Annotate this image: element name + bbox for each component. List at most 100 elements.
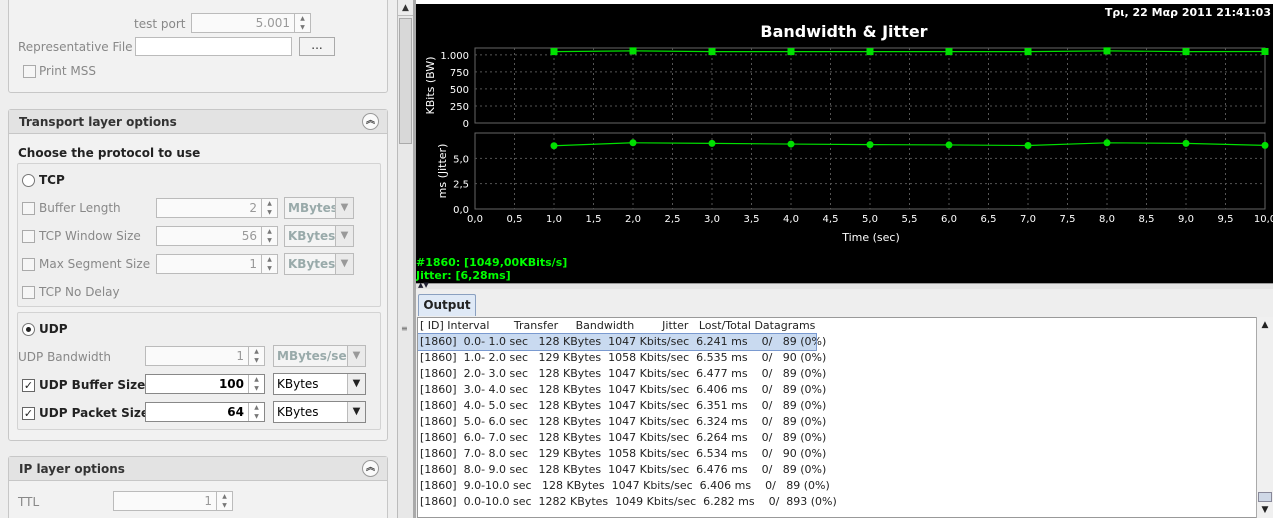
buffer-length-spinner[interactable]: 2 ▲ ▼ [156,198,278,218]
scroll-thumb[interactable] [399,18,412,144]
data-point [708,139,716,147]
y-axis-label: ms (Jitter) [436,144,449,199]
spinner-arrows-icon[interactable]: ▲ ▼ [294,14,310,32]
ttl-spinner[interactable]: 1 ▲ ▼ [113,491,233,511]
dropdown-arrow-icon[interactable]: ▼ [335,198,353,218]
log-row[interactable]: [1860] 2.0- 3.0 sec 128 KBytes 1047 Kbit… [418,366,1256,382]
data-point [787,140,795,148]
y-tick-label: 5,0 [453,154,469,165]
udp-buffer-spinner[interactable]: 100 ▲ ▼ [145,374,265,394]
x-tick-label: 0,0 [467,214,483,225]
jitter-status: Jitter: [6,28ms] [416,269,511,282]
dropdown-arrow-icon[interactable]: ▼ [347,346,365,366]
representative-file-input[interactable] [135,37,292,56]
udp-bandwidth-spinner[interactable]: 1 ▲ ▼ [145,346,265,366]
browse-file-button[interactable]: ... [299,37,335,56]
test-port-label: test port [134,17,186,31]
ip-layer-header[interactable]: IP layer options ︽ [9,457,387,481]
x-tick-label: 5,5 [902,214,918,225]
tcp-window-spinner[interactable]: 56 ▲ ▼ [156,226,278,246]
x-tick-label: 7,0 [1020,214,1036,225]
log-row[interactable]: [1860] 3.0- 4.0 sec 128 KBytes 1047 Kbit… [418,382,1256,398]
tcp-label: TCP [39,173,65,187]
max-segment-checkbox[interactable] [22,258,35,271]
log-row[interactable]: [1860] 0.0-10.0 sec 1282 KBytes 1049 Kbi… [418,494,1256,510]
udp-buffer-label: UDP Buffer Size [39,378,146,392]
tcp-window-checkbox[interactable] [22,230,35,243]
scroll-up-icon[interactable]: ▲ [1257,317,1273,333]
udp-group: UDP UDP Bandwidth 1 ▲ ▼ MBytes/sec ▼ ✓ UDP … [17,312,381,430]
log-row[interactable]: [1860] 5.0- 6.0 sec 128 KBytes 1047 Kbit… [418,414,1256,430]
representative-file-label: Representative File [18,40,133,54]
scroll-thumb[interactable] [1258,492,1272,502]
x-tick-label: 9,0 [1178,214,1194,225]
data-point [945,141,953,149]
log-row[interactable]: [1860] 6.0- 7.0 sec 128 KBytes 1047 Kbit… [418,430,1256,446]
spinner-arrows-icon[interactable]: ▲ ▼ [248,375,264,393]
scroll-up-icon[interactable]: ▲ [398,0,413,16]
max-segment-unit-select[interactable]: KBytes ▼ [284,253,354,275]
spinner-arrows-icon[interactable]: ▲ ▼ [261,255,277,273]
left-scrollbar[interactable]: ▲ ≡ [397,0,413,518]
y-tick-label: 500 [450,85,469,96]
log-row[interactable]: [1860] 8.0- 9.0 sec 128 KBytes 1047 Kbit… [418,462,1256,478]
spinner-arrows-icon[interactable]: ▲ ▼ [248,347,264,365]
output-log[interactable]: [ ID] Interval Transfer Bandwidth Jitter… [417,317,1257,518]
data-point [629,139,637,147]
x-tick-label: 0,5 [507,214,523,225]
spinner-arrows-icon[interactable]: ▲ ▼ [261,199,277,217]
data-point [1024,48,1032,56]
spinner-arrows-icon[interactable]: ▲ ▼ [248,403,264,421]
tab-output[interactable]: Output [418,294,476,316]
data-point [1261,141,1269,149]
udp-radio[interactable] [22,323,35,336]
max-segment-spinner[interactable]: 1 ▲ ▼ [156,254,278,274]
y-tick-label: 750 [450,68,469,79]
log-row[interactable]: [1860] 7.0- 8.0 sec 129 KBytes 1058 Kbit… [418,446,1256,462]
tcp-no-delay-checkbox[interactable] [22,286,35,299]
data-point [629,47,637,55]
scroll-down-icon[interactable]: ▼ [1257,502,1273,518]
settings-panel: test port 5.001 ▲ ▼ Representative File ..… [0,0,397,518]
collapse-chevron-icon[interactable]: ︽ [362,113,379,130]
test-port-spinner[interactable]: 5.001 ▲ ▼ [191,13,311,33]
udp-packet-spinner[interactable]: 64 ▲ ▼ [145,402,265,422]
collapse-arrows-icon[interactable]: ▲▼ [418,281,429,289]
log-row[interactable]: [1860] 9.0-10.0 sec 128 KBytes 1047 Kbit… [418,478,1256,494]
transport-layer-header[interactable]: Transport layer options ︽ [9,110,387,134]
spinner-arrows-icon[interactable]: ▲ ▼ [261,227,277,245]
udp-label: UDP [39,322,68,336]
log-row[interactable]: [1860] 4.0- 5.0 sec 128 KBytes 1047 Kbit… [418,398,1256,414]
dropdown-arrow-icon[interactable]: ▼ [347,402,365,422]
buffer-length-unit-select[interactable]: MBytes ▼ [284,197,354,219]
x-tick-label: 2,5 [665,214,681,225]
y-axis-label: KBits (BW) [424,57,437,115]
data-point [1024,142,1032,150]
collapse-chevron-icon[interactable]: ︽ [362,460,379,477]
data-point [550,142,558,150]
udp-buffer-unit-select[interactable]: KBytes ▼ [273,373,366,395]
log-header-row[interactable]: [ ID] Interval Transfer Bandwidth Jitter… [418,318,1256,334]
tcp-radio[interactable] [22,174,35,187]
chart-title: Bandwidth & Jitter [760,22,927,41]
log-row[interactable]: [1860] 1.0- 2.0 sec 129 KBytes 1058 Kbit… [418,350,1256,366]
buffer-length-checkbox[interactable] [22,202,35,215]
tcp-window-unit-select[interactable]: KBytes ▼ [284,225,354,247]
tcp-window-label: TCP Window Size [39,229,141,243]
dropdown-arrow-icon[interactable]: ▼ [335,254,353,274]
dropdown-arrow-icon[interactable]: ▼ [335,226,353,246]
output-splitter[interactable]: ▲▼ [416,281,1273,289]
udp-bandwidth-unit-select[interactable]: MBytes/sec ▼ [273,345,366,367]
udp-packet-unit-select[interactable]: KBytes ▼ [273,401,366,423]
print-mss-label: Print MSS [39,64,97,78]
series-line [553,50,1266,53]
data-point [787,48,795,56]
udp-packet-checkbox[interactable]: ✓ [22,407,35,420]
dropdown-arrow-icon[interactable]: ▼ [347,374,365,394]
spinner-arrows-icon[interactable]: ▲ ▼ [216,492,232,510]
output-scrollbar[interactable]: ▲ ▼ [1256,317,1273,518]
data-point [1103,47,1111,55]
udp-buffer-checkbox[interactable]: ✓ [22,379,35,392]
log-row[interactable]: [1860] 0.0- 1.0 sec 128 KBytes 1047 Kbit… [418,333,826,351]
print-mss-checkbox[interactable] [23,65,36,78]
